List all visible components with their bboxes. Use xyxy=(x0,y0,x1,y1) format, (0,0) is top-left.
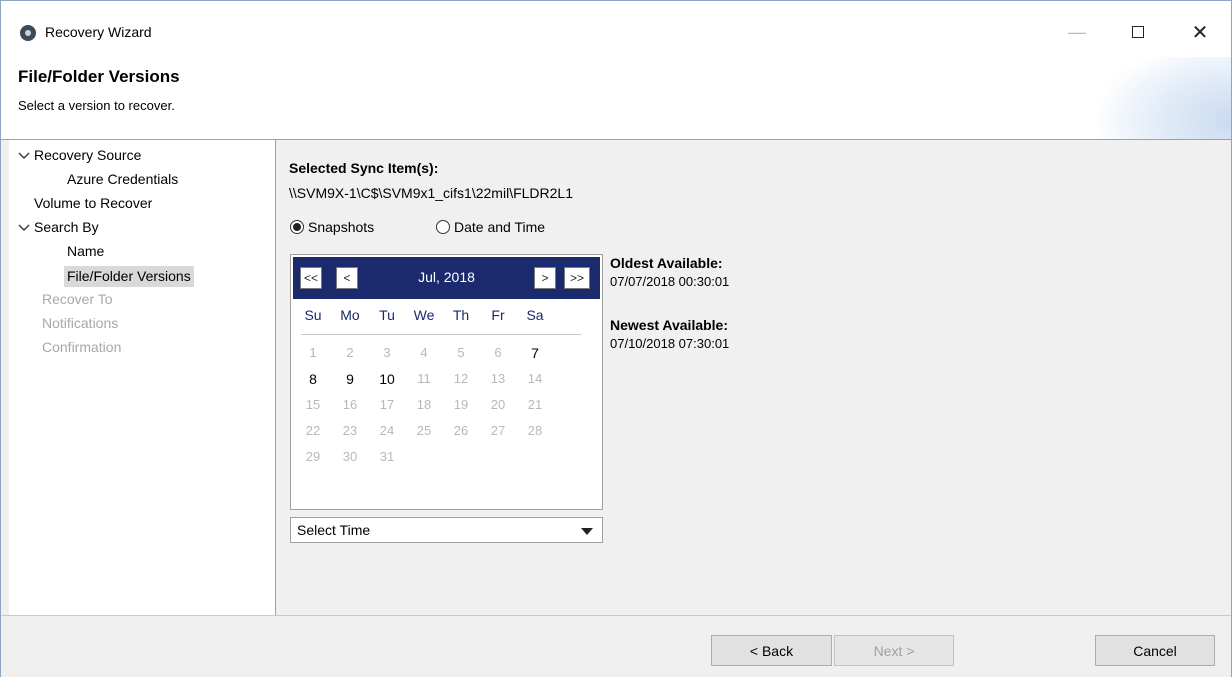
dropdown-arrow-icon xyxy=(581,528,593,535)
weekday-label: Mo xyxy=(340,307,360,323)
snapshots-radio[interactable] xyxy=(290,220,304,234)
calendar-day: 12 xyxy=(453,371,469,386)
prev-month-button[interactable]: < xyxy=(336,267,358,289)
calendar-day-available[interactable]: 9 xyxy=(336,371,364,387)
wizard-footer: < Back Next > Cancel xyxy=(1,615,1231,677)
weekday-label: We xyxy=(413,307,435,323)
calendar-day: 6 xyxy=(494,345,502,360)
selected-sync-item-path: \\SVM9X-1\C$\SVM9x1_cifs1\22mil\FLDR2L1 xyxy=(289,185,573,201)
calendar: Jul, 2018 << < > >> Su Mo Tu We Th Fr Sa 12345… xyxy=(290,254,603,510)
maximize-icon xyxy=(1132,26,1144,38)
calendar-day: 3 xyxy=(383,345,391,360)
nav-item-volume-to-recover[interactable]: Volume to Recover xyxy=(34,195,152,211)
calendar-header: Jul, 2018 << < > >> xyxy=(293,257,600,299)
content-panel: Selected Sync Item(s): \\SVM9X-1\C$\SVM9… xyxy=(277,140,1231,615)
calendar-day: 25 xyxy=(416,423,432,438)
newest-available-value: 07/10/2018 07:30:01 xyxy=(610,336,730,351)
cancel-button[interactable]: Cancel xyxy=(1095,635,1215,666)
calendar-day: 13 xyxy=(490,371,506,386)
title-bar: Recovery Wizard — ✕ xyxy=(1,1,1231,57)
calendar-day: 28 xyxy=(527,423,543,438)
calendar-day: 30 xyxy=(342,449,358,464)
last-month-button[interactable]: >> xyxy=(564,267,590,289)
calendar-day: 27 xyxy=(490,423,506,438)
calendar-day: 14 xyxy=(527,371,543,386)
page-title: File/Folder Versions xyxy=(18,67,180,86)
weekday-label: Th xyxy=(452,307,470,323)
first-month-button[interactable]: << xyxy=(300,267,322,289)
calendar-day-available[interactable]: 10 xyxy=(373,371,401,387)
recovery-wizard-window: Recovery Wizard — ✕ File/Folder Versions… xyxy=(0,0,1232,677)
nav-item-notifications: Notifications xyxy=(42,315,119,331)
calendar-day: 26 xyxy=(453,423,469,438)
calendar-day: 23 xyxy=(342,423,358,438)
oldest-available-label: Oldest Available: xyxy=(610,255,723,271)
calendar-day: 18 xyxy=(416,397,432,412)
next-month-button[interactable]: > xyxy=(534,267,556,289)
calendar-day: 1 xyxy=(309,345,317,360)
page-subtitle: Select a version to recover. xyxy=(18,98,175,113)
select-time-dropdown[interactable]: Select Time xyxy=(290,517,603,543)
date-and-time-radio[interactable] xyxy=(436,220,450,234)
close-button[interactable]: ✕ xyxy=(1177,15,1223,49)
weekday-label: Fr xyxy=(491,307,505,323)
window-title: Recovery Wizard xyxy=(45,24,152,40)
oldest-available-value: 07/07/2018 00:30:01 xyxy=(610,274,730,289)
nav-item-recover-to: Recover To xyxy=(42,291,113,307)
nav-item-file-folder-versions[interactable]: File/Folder Versions xyxy=(64,266,194,287)
next-button: Next > xyxy=(834,635,954,666)
maximize-button[interactable] xyxy=(1115,15,1161,49)
date-and-time-radio-label[interactable]: Date and Time xyxy=(454,219,545,235)
nav-item-azure-credentials[interactable]: Azure Credentials xyxy=(67,171,178,187)
minimize-button[interactable]: — xyxy=(1054,15,1100,49)
calendar-day: 24 xyxy=(379,423,395,438)
select-time-value: Select Time xyxy=(297,522,371,538)
calendar-day-available[interactable]: 8 xyxy=(299,371,327,387)
weekday-label: Su xyxy=(304,307,322,323)
chevron-down-icon[interactable] xyxy=(18,152,30,160)
back-button[interactable]: < Back xyxy=(711,635,832,666)
calendar-day: 2 xyxy=(346,345,354,360)
wizard-steps-nav: Recovery Source Azure Credentials Volume… xyxy=(9,140,276,615)
nav-item-recovery-source[interactable]: Recovery Source xyxy=(34,147,141,163)
app-logo-icon xyxy=(20,25,36,41)
calendar-divider xyxy=(301,334,581,335)
chevron-down-icon[interactable] xyxy=(18,224,30,232)
nav-item-confirmation: Confirmation xyxy=(42,339,122,355)
calendar-day: 5 xyxy=(457,345,465,360)
calendar-day: 29 xyxy=(305,449,321,464)
selected-sync-items-label: Selected Sync Item(s): xyxy=(289,160,439,176)
calendar-day: 15 xyxy=(305,397,321,412)
calendar-day: 31 xyxy=(379,449,395,464)
calendar-day: 4 xyxy=(420,345,428,360)
calendar-day-available[interactable]: 7 xyxy=(521,345,549,361)
wizard-header: File/Folder Versions Select a version to… xyxy=(1,57,1231,140)
nav-item-name[interactable]: Name xyxy=(67,243,104,259)
newest-available-label: Newest Available: xyxy=(610,317,729,333)
weekday-label: Sa xyxy=(526,307,544,323)
calendar-day: 22 xyxy=(305,423,321,438)
snapshots-radio-label[interactable]: Snapshots xyxy=(308,219,374,235)
nav-item-search-by[interactable]: Search By xyxy=(34,219,99,235)
calendar-day: 19 xyxy=(453,397,469,412)
calendar-day: 16 xyxy=(342,397,358,412)
weekday-label: Tu xyxy=(379,307,395,323)
calendar-day: 20 xyxy=(490,397,506,412)
calendar-day: 17 xyxy=(379,397,395,412)
calendar-day: 21 xyxy=(527,397,543,412)
calendar-day: 11 xyxy=(417,371,431,386)
